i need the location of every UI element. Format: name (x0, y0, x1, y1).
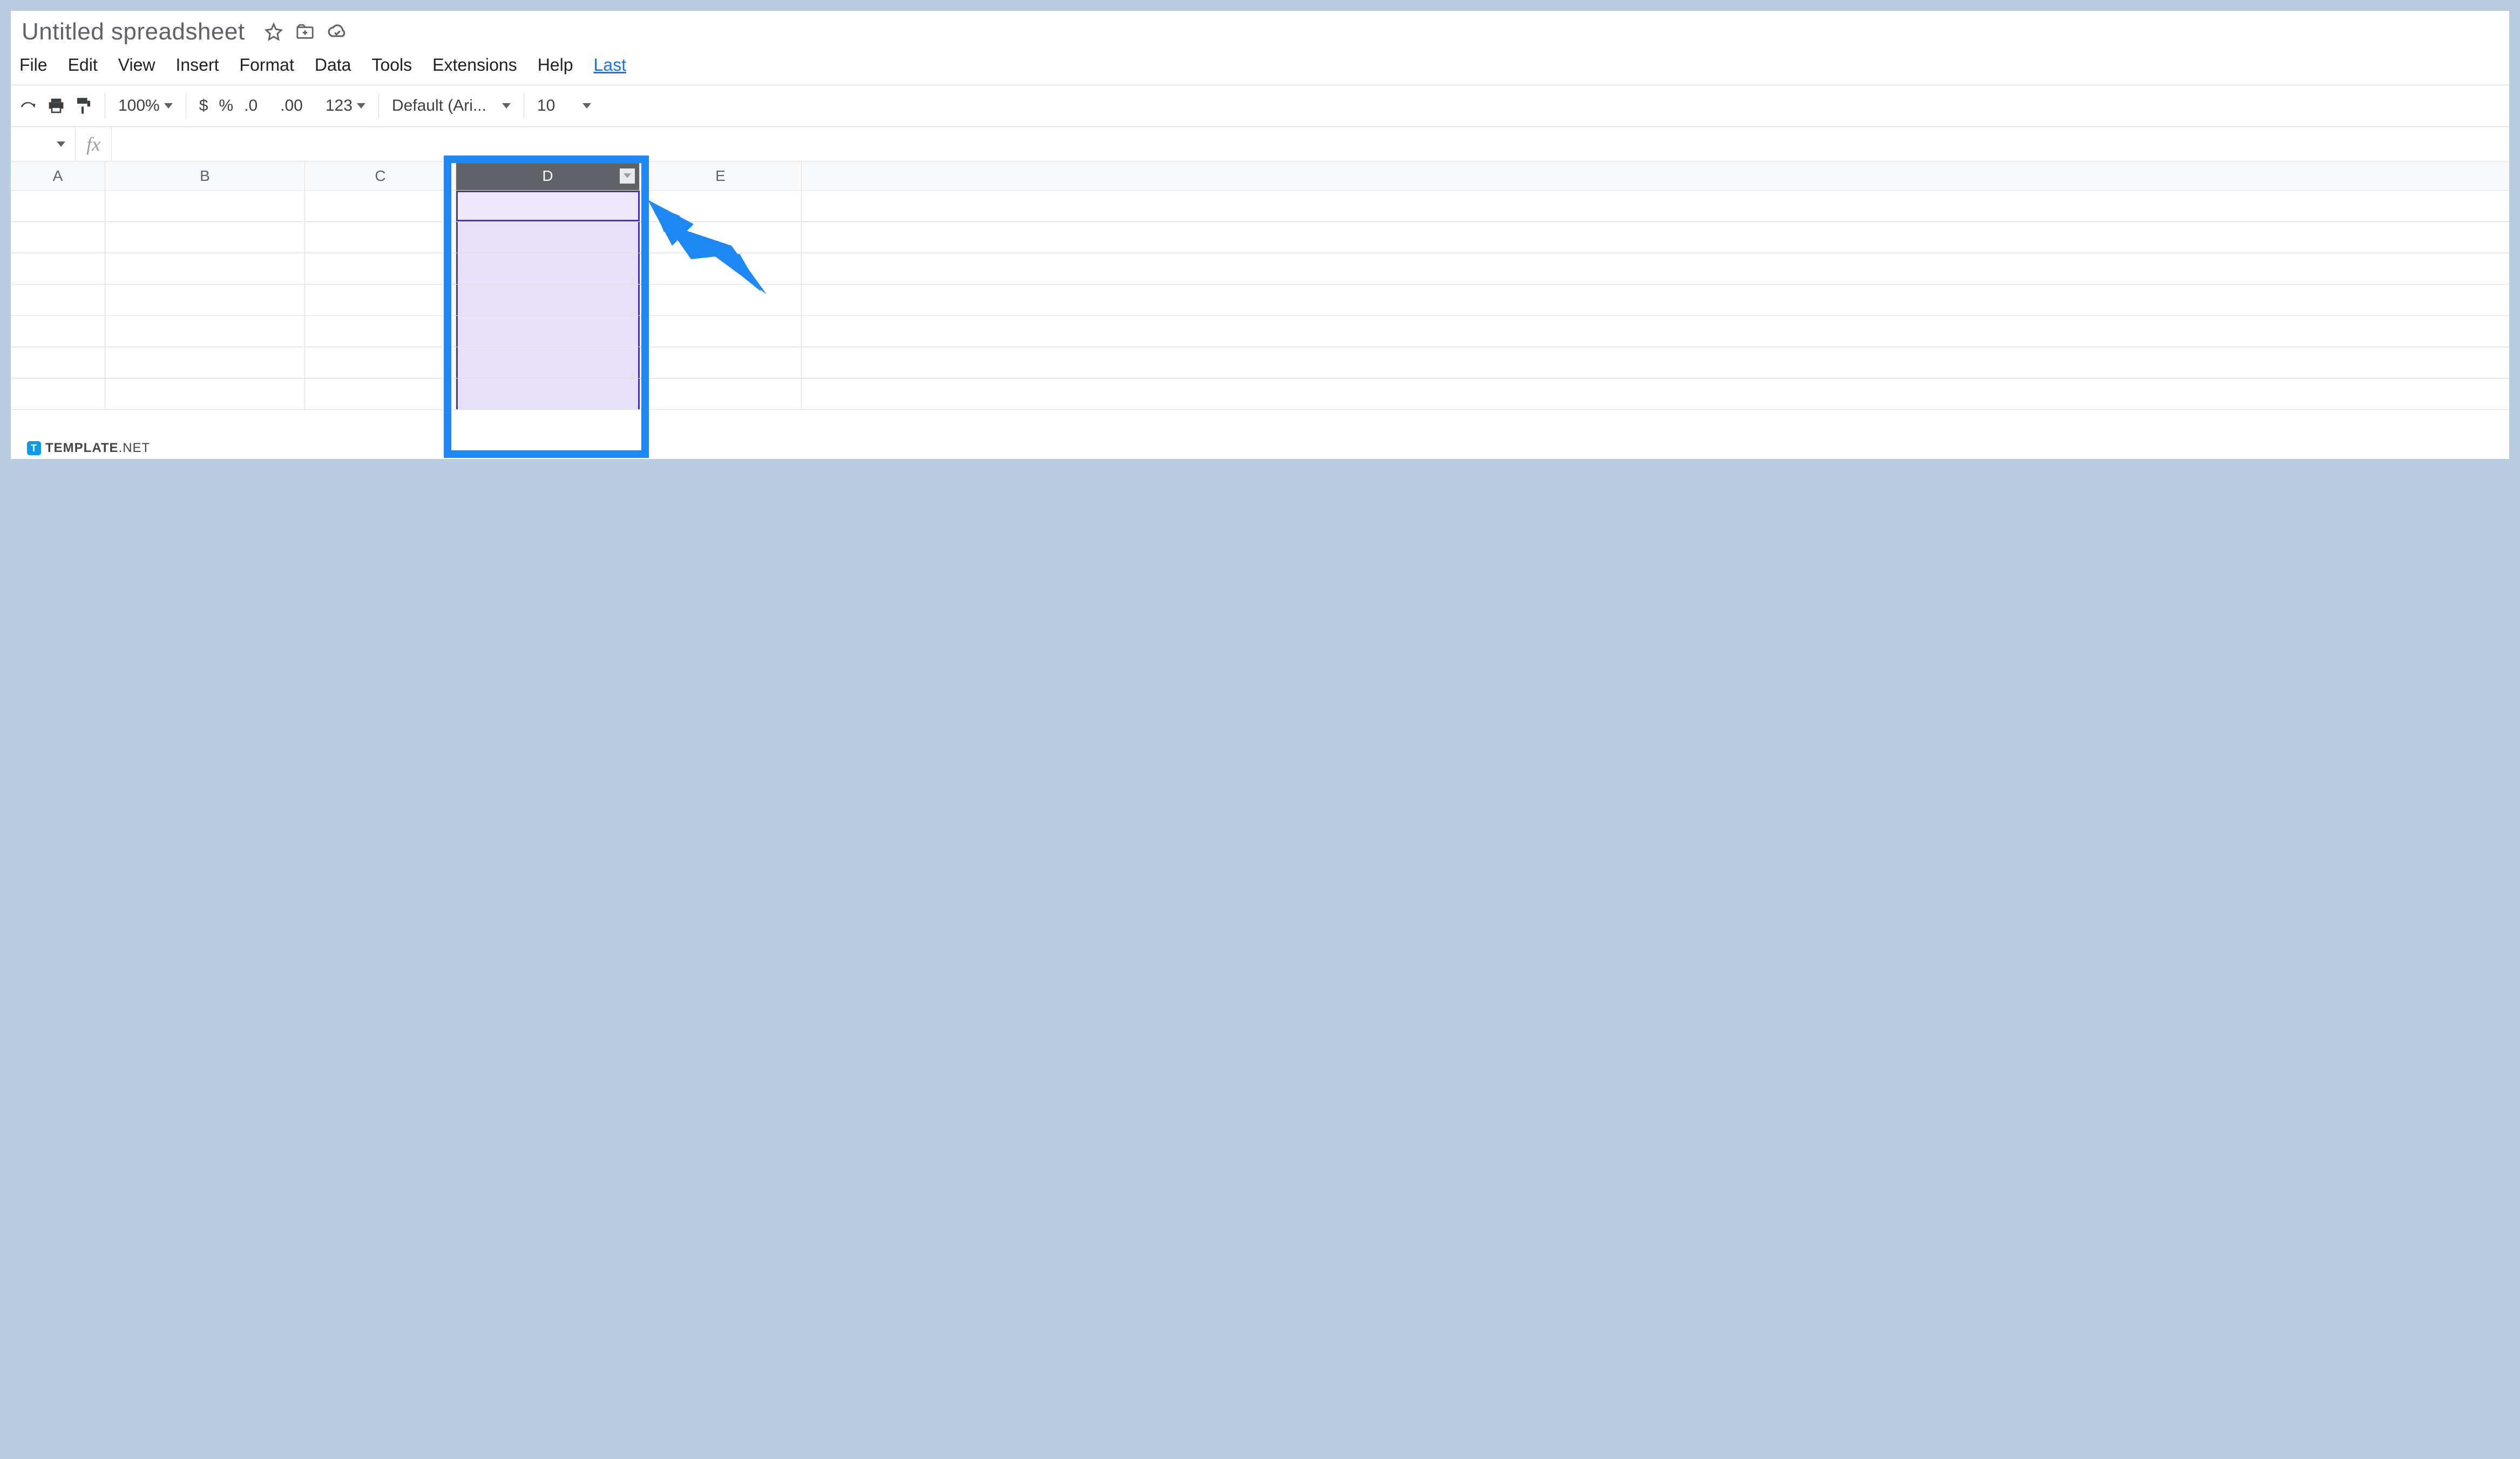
title-bar: Untitled spreadsheet (11, 11, 2509, 50)
fx-label: fx (76, 127, 112, 161)
cell[interactable] (640, 191, 802, 221)
cell[interactable] (11, 222, 105, 253)
watermark-suffix: .NET (119, 441, 151, 455)
column-menu-dropdown-icon[interactable] (620, 168, 635, 184)
cell[interactable] (305, 222, 456, 253)
cell-selected[interactable] (456, 379, 640, 409)
star-icon[interactable] (265, 23, 283, 41)
cell[interactable] (11, 347, 105, 378)
cell-selected[interactable] (456, 191, 640, 221)
cell-selected[interactable] (456, 285, 640, 315)
menu-bar: File Edit View Insert Format Data Tools … (11, 50, 2509, 85)
menu-tools[interactable]: Tools (371, 55, 412, 75)
number-format-selector[interactable]: 123 (326, 97, 365, 115)
print-icon[interactable] (48, 98, 65, 114)
table-row (11, 191, 2509, 222)
cell[interactable] (305, 253, 456, 284)
font-size-selector[interactable]: 10 (537, 97, 591, 115)
redo-icon[interactable] (19, 99, 37, 112)
cell[interactable] (640, 285, 802, 315)
cell[interactable] (305, 347, 456, 378)
menu-insert[interactable]: Insert (175, 55, 219, 75)
cell[interactable] (640, 347, 802, 378)
format-percent-button[interactable]: % (219, 97, 233, 115)
watermark: T TEMPLATE.NET (27, 441, 150, 456)
cell-selected[interactable] (456, 222, 640, 253)
menu-last-edit[interactable]: Last (594, 55, 626, 75)
dropdown-icon (164, 103, 173, 109)
table-row (11, 347, 2509, 379)
title-icons (265, 23, 348, 41)
watermark-brand: TEMPLATE (45, 441, 119, 455)
formula-bar: fx (11, 127, 2509, 161)
app-window: Untitled spreadsheet File Edit View Inse… (11, 11, 2509, 459)
column-header-D[interactable]: D (456, 161, 640, 190)
dropdown-icon (502, 103, 511, 109)
cell-selected[interactable] (456, 316, 640, 347)
cell[interactable] (305, 316, 456, 347)
cell-selected[interactable] (456, 347, 640, 378)
watermark-badge: T (27, 441, 41, 455)
table-row (11, 253, 2509, 285)
name-box[interactable] (11, 127, 76, 161)
formula-input[interactable] (112, 127, 2509, 161)
cell[interactable] (11, 253, 105, 284)
cell[interactable] (105, 191, 305, 221)
menu-format[interactable]: Format (240, 55, 294, 75)
zoom-selector[interactable]: 100% (118, 97, 173, 115)
menu-data[interactable]: Data (315, 55, 351, 75)
column-header-E[interactable]: E (640, 161, 802, 190)
table-row (11, 379, 2509, 410)
cell[interactable] (105, 347, 305, 378)
cell[interactable] (11, 191, 105, 221)
column-header-B[interactable]: B (105, 161, 305, 190)
cloud-status-icon[interactable] (327, 24, 348, 40)
cell[interactable] (105, 285, 305, 315)
column-header-A[interactable]: A (11, 161, 105, 190)
font-family-selector[interactable]: Default (Ari... (392, 97, 511, 115)
format-currency-button[interactable]: $ (199, 97, 208, 115)
zoom-value: 100% (118, 97, 160, 115)
move-icon[interactable] (296, 24, 314, 40)
decrease-decimal-button[interactable]: .0 (244, 97, 269, 115)
cell[interactable] (640, 379, 802, 409)
cell[interactable] (11, 316, 105, 347)
toolbar: 100% $ % .0 .00 123 Default (Ari... 10 (11, 85, 2509, 127)
grid-rows (11, 191, 2509, 410)
cell-selected[interactable] (456, 253, 640, 284)
menu-view[interactable]: View (118, 55, 155, 75)
table-row (11, 222, 2509, 253)
dropdown-icon (357, 103, 365, 109)
cell[interactable] (305, 191, 456, 221)
table-row (11, 285, 2509, 316)
dropdown-icon (57, 141, 65, 147)
cell[interactable] (305, 285, 456, 315)
menu-help[interactable]: Help (538, 55, 573, 75)
menu-edit[interactable]: Edit (68, 55, 98, 75)
toolbar-separator (378, 93, 379, 119)
cell[interactable] (105, 316, 305, 347)
column-header-C[interactable]: C (305, 161, 456, 190)
increase-decimal-button[interactable]: .00 (280, 97, 315, 115)
cell[interactable] (11, 285, 105, 315)
cell[interactable] (105, 253, 305, 284)
cell[interactable] (640, 222, 802, 253)
menu-extensions[interactable]: Extensions (432, 55, 517, 75)
cell[interactable] (640, 316, 802, 347)
cell[interactable] (640, 253, 802, 284)
menu-file[interactable]: File (19, 55, 48, 75)
cell[interactable] (105, 379, 305, 409)
cell[interactable] (11, 379, 105, 409)
font-size-value: 10 (537, 97, 555, 115)
dropdown-icon (582, 103, 591, 109)
table-row (11, 316, 2509, 347)
cell[interactable] (305, 379, 456, 409)
font-family-value: Default (Ari... (392, 97, 486, 115)
cell[interactable] (105, 222, 305, 253)
spreadsheet-grid: A B C D E (11, 161, 2509, 410)
paint-format-icon[interactable] (76, 97, 92, 114)
document-title[interactable]: Untitled spreadsheet (22, 18, 245, 45)
column-headers-row: A B C D E (11, 161, 2509, 191)
column-header-D-label: D (542, 167, 553, 185)
